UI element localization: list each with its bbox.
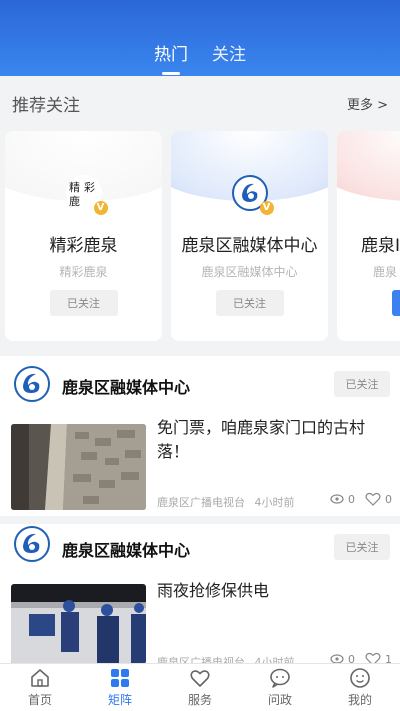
tabbar-label: 我的 xyxy=(347,693,372,707)
svg-text:精: 精 xyxy=(69,181,80,194)
account-name[interactable]: 鹿泉区融媒体中心 xyxy=(62,374,190,398)
post-source: 鹿泉区广播电视台 xyxy=(157,496,245,509)
media-center-logo-icon xyxy=(14,366,50,402)
heart-icon xyxy=(190,670,210,687)
tabbar-label: 服务 xyxy=(187,693,212,707)
account-logo xyxy=(12,366,52,406)
more-link[interactable]: 更多 > xyxy=(347,94,388,113)
tab-hot[interactable]: 热门 xyxy=(154,40,188,66)
post-title[interactable]: 免门票，咱鹿泉家门口的古村落！ xyxy=(157,416,389,464)
media-center-logo-icon xyxy=(14,526,50,562)
recommend-card[interactable]: 精 彩 鹿 V 精彩鹿泉 精彩鹿泉 已关注 xyxy=(5,131,162,341)
tabbar-item-mine[interactable]: 我的 xyxy=(320,664,400,711)
post-time: 4小时前 xyxy=(254,496,295,509)
post-thumbnail[interactable] xyxy=(11,424,146,510)
top-header: 热门 关注 xyxy=(0,0,400,76)
svg-text:鹿: 鹿 xyxy=(69,194,80,208)
village-photo-icon xyxy=(11,424,146,510)
avatar: V xyxy=(231,175,274,215)
follow-button[interactable]: 已关注 xyxy=(334,371,390,397)
post-stats: 0 0 xyxy=(330,492,392,506)
account-name[interactable]: 鹿泉区融媒体中心 xyxy=(62,537,190,561)
heart-icon[interactable] xyxy=(365,492,381,506)
repair-photo-icon xyxy=(11,584,146,664)
feed-post[interactable]: 鹿泉区融媒体中心 已关注 雨夜抢修保供电 鹿泉区广播电视台 4小时前 0 1 xyxy=(0,524,400,669)
card-subtitle: 鹿泉区融媒体中心 xyxy=(201,265,298,279)
user-icon xyxy=(350,668,370,688)
recommend-header: 推荐关注 更多 > xyxy=(0,76,400,130)
tabbar-item-inquiry[interactable]: 问政 xyxy=(240,664,320,711)
card-subtitle: 鹿泉 xyxy=(373,265,398,279)
tabbar-item-service[interactable]: 服务 xyxy=(160,664,240,711)
svg-text:彩: 彩 xyxy=(84,181,95,194)
like-count: 0 xyxy=(385,492,392,506)
home-icon xyxy=(31,669,49,687)
follow-button[interactable]: 已关注 xyxy=(49,290,118,316)
tabbar-item-home[interactable]: 首页 xyxy=(0,664,80,711)
follow-button[interactable]: 已关注 xyxy=(215,290,284,316)
chat-icon xyxy=(270,668,290,688)
verified-badge-icon: V xyxy=(259,201,274,215)
post-title[interactable]: 雨夜抢修保供电 xyxy=(157,579,389,603)
card-subtitle: 精彩鹿泉 xyxy=(59,265,108,279)
tabbar-item-matrix[interactable]: 矩阵 xyxy=(80,664,160,711)
bottom-tab-bar: 首页 矩阵 服务 问政 我的 xyxy=(0,663,400,711)
follow-button[interactable]: + xyxy=(392,290,400,316)
post-meta: 鹿泉区广播电视台 4小时前 xyxy=(157,494,295,510)
card-name: 精彩鹿泉 xyxy=(49,236,118,256)
divider xyxy=(0,516,400,524)
feed-post[interactable]: 鹿泉区融媒体中心 已关注 免门票，咱鹿泉家门口的古村落！ 鹿泉区广播电视台 4小… xyxy=(0,356,400,516)
recommend-card[interactable]: V 鹿泉区融媒体中心 鹿泉区融媒体中心 已关注 xyxy=(171,131,328,341)
post-thumbnail[interactable] xyxy=(11,584,146,664)
card-name: 鹿泉区融媒体中心 xyxy=(181,236,318,256)
card-name: 鹿泉Ⅰ xyxy=(361,236,400,256)
follow-button[interactable]: 已关注 xyxy=(334,534,390,560)
view-count: 0 xyxy=(348,492,355,506)
top-tabs: 热门 关注 xyxy=(0,40,400,66)
tabbar-label: 矩阵 xyxy=(107,693,132,707)
recommend-card[interactable]: 鹿泉Ⅰ 鹿泉 + xyxy=(337,131,400,341)
verified-badge-icon: V xyxy=(93,201,108,215)
tabbar-label: 问政 xyxy=(267,693,292,707)
eye-icon xyxy=(330,494,344,504)
avatar: 精 彩 鹿 V xyxy=(65,175,108,215)
recommend-carousel[interactable]: 精 彩 鹿 V 精彩鹿泉 精彩鹿泉 已关注 V 鹿泉区融媒体中心 鹿泉区融媒体中… xyxy=(0,131,400,341)
recommend-title: 推荐关注 xyxy=(12,95,80,116)
grid-icon xyxy=(111,669,129,687)
tabbar-label: 首页 xyxy=(27,693,52,707)
tab-following[interactable]: 关注 xyxy=(212,40,246,66)
account-logo xyxy=(12,526,52,566)
